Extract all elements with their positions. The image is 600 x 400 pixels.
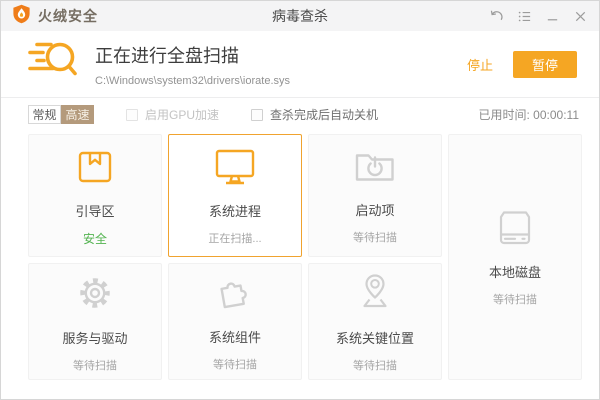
services-drivers-icon bbox=[73, 271, 117, 315]
app-window: 火绒安全 病毒查杀 正在进行全盘扫描 C:\Windows\system32\d… bbox=[0, 0, 600, 400]
elapsed-time-label: 已用时间: bbox=[478, 108, 530, 122]
scan-item-label: 系统进程 bbox=[208, 203, 261, 219]
scan-actions: 停止 暂停 bbox=[467, 50, 577, 78]
checkbox-icon[interactable] bbox=[251, 108, 264, 121]
page-title: 病毒查杀 bbox=[272, 8, 328, 24]
auto-shutdown-checkbox[interactable]: 查杀完成后自动关机 bbox=[251, 106, 378, 123]
scan-item-services-drivers: 服务与驱动 等待扫描 bbox=[28, 263, 162, 380]
scan-item-system-process: 系统进程 正在扫描... bbox=[168, 134, 302, 257]
mode-fast-button[interactable]: 高速 bbox=[61, 105, 94, 124]
back-undo-button[interactable] bbox=[485, 5, 507, 27]
scan-item-system-components: 系统组件 等待扫描 bbox=[168, 263, 302, 380]
scan-toolbar: 常规 高速 启用GPU加速 查杀完成后自动关机 已用时间: 00:00:11 bbox=[1, 98, 599, 131]
stop-button[interactable]: 停止 bbox=[467, 55, 493, 74]
scan-item-system-critical-location: 系统关键位置 等待扫描 bbox=[308, 263, 442, 380]
scan-item-startup: 启动项 等待扫描 bbox=[308, 134, 442, 257]
scanning-magnifier-icon bbox=[25, 38, 81, 91]
current-file-path: C:\Windows\system32\drivers\iorate.sys bbox=[95, 74, 290, 87]
gpu-acceleration-checkbox[interactable]: 启用GPU加速 bbox=[126, 106, 219, 123]
system-process-icon bbox=[212, 146, 258, 188]
scan-item-status: 等待扫描 bbox=[213, 358, 257, 371]
minimize-button[interactable] bbox=[541, 5, 563, 27]
scan-item-status: 正在扫描... bbox=[208, 232, 262, 245]
speed-mode-toggle: 常规 高速 bbox=[28, 105, 94, 124]
scan-item-status: 等待扫描 bbox=[73, 359, 117, 372]
startup-items-icon bbox=[352, 147, 398, 187]
scan-item-label: 本地磁盘 bbox=[488, 265, 541, 280]
mode-normal-button[interactable]: 常规 bbox=[28, 105, 61, 124]
scan-item-label: 服务与驱动 bbox=[62, 330, 128, 346]
scan-status-text: 正在进行全盘扫描 C:\Windows\system32\drivers\ior… bbox=[95, 42, 290, 87]
auto-shutdown-label: 查杀完成后自动关机 bbox=[270, 108, 379, 122]
scan-item-status: 等待扫描 bbox=[353, 359, 397, 372]
scan-header: 正在进行全盘扫描 C:\Windows\system32\drivers\ior… bbox=[1, 31, 599, 98]
boot-sector-icon bbox=[73, 144, 117, 188]
scan-item-status: 安全 bbox=[82, 232, 107, 246]
gpu-acceleration-label: 启用GPU加速 bbox=[145, 108, 220, 122]
system-critical-location-icon bbox=[353, 271, 397, 315]
scan-item-boot-sector: 引导区 安全 bbox=[28, 134, 162, 257]
titlebar: 火绒安全 病毒查杀 bbox=[1, 1, 599, 31]
menu-list-icon[interactable] bbox=[513, 5, 535, 27]
scan-item-local-disk: 本地磁盘 等待扫描 bbox=[448, 134, 582, 380]
local-disk-icon bbox=[493, 207, 537, 249]
close-button[interactable] bbox=[569, 5, 591, 27]
scan-items-grid: 引导区 安全 系统进程 正在扫描... 启动项 等待扫描 本地磁盘 等待扫描 服… bbox=[1, 131, 599, 380]
elapsed-time: 已用时间: 00:00:11 bbox=[478, 106, 579, 123]
scan-item-label: 启动项 bbox=[355, 202, 395, 218]
pause-button[interactable]: 暂停 bbox=[513, 50, 577, 78]
window-controls bbox=[485, 5, 591, 27]
app-logo-group: 火绒安全 bbox=[12, 4, 98, 29]
system-components-icon bbox=[213, 272, 257, 314]
checkbox-icon[interactable] bbox=[126, 108, 138, 121]
flame-shield-logo-icon bbox=[12, 4, 31, 29]
scan-item-label: 系统关键位置 bbox=[335, 330, 414, 346]
elapsed-time-value: 00:00:11 bbox=[533, 108, 579, 122]
app-name: 火绒安全 bbox=[38, 8, 98, 24]
scan-item-status: 等待扫描 bbox=[493, 294, 537, 306]
scan-title: 正在进行全盘扫描 bbox=[95, 45, 239, 66]
scan-item-label: 引导区 bbox=[75, 204, 115, 219]
scan-item-status: 等待扫描 bbox=[353, 231, 397, 244]
scan-item-label: 系统组件 bbox=[208, 329, 261, 345]
